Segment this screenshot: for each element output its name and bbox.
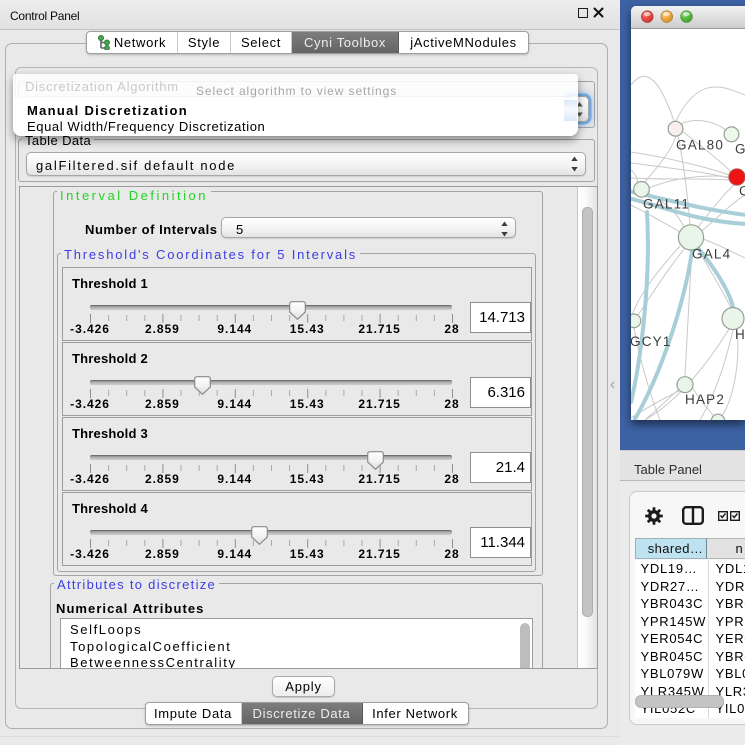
svg-text:HAP2: HAP2 xyxy=(685,392,725,407)
svg-text:C: C xyxy=(739,184,745,199)
svg-text:GAL11: GAL11 xyxy=(643,197,690,212)
svg-text:GAL80: GAL80 xyxy=(676,138,724,153)
svg-text:H: H xyxy=(735,327,745,342)
svg-text:GAL4: GAL4 xyxy=(692,247,731,262)
svg-text:GA: GA xyxy=(735,142,745,157)
svg-text:GCY1: GCY1 xyxy=(631,334,672,349)
